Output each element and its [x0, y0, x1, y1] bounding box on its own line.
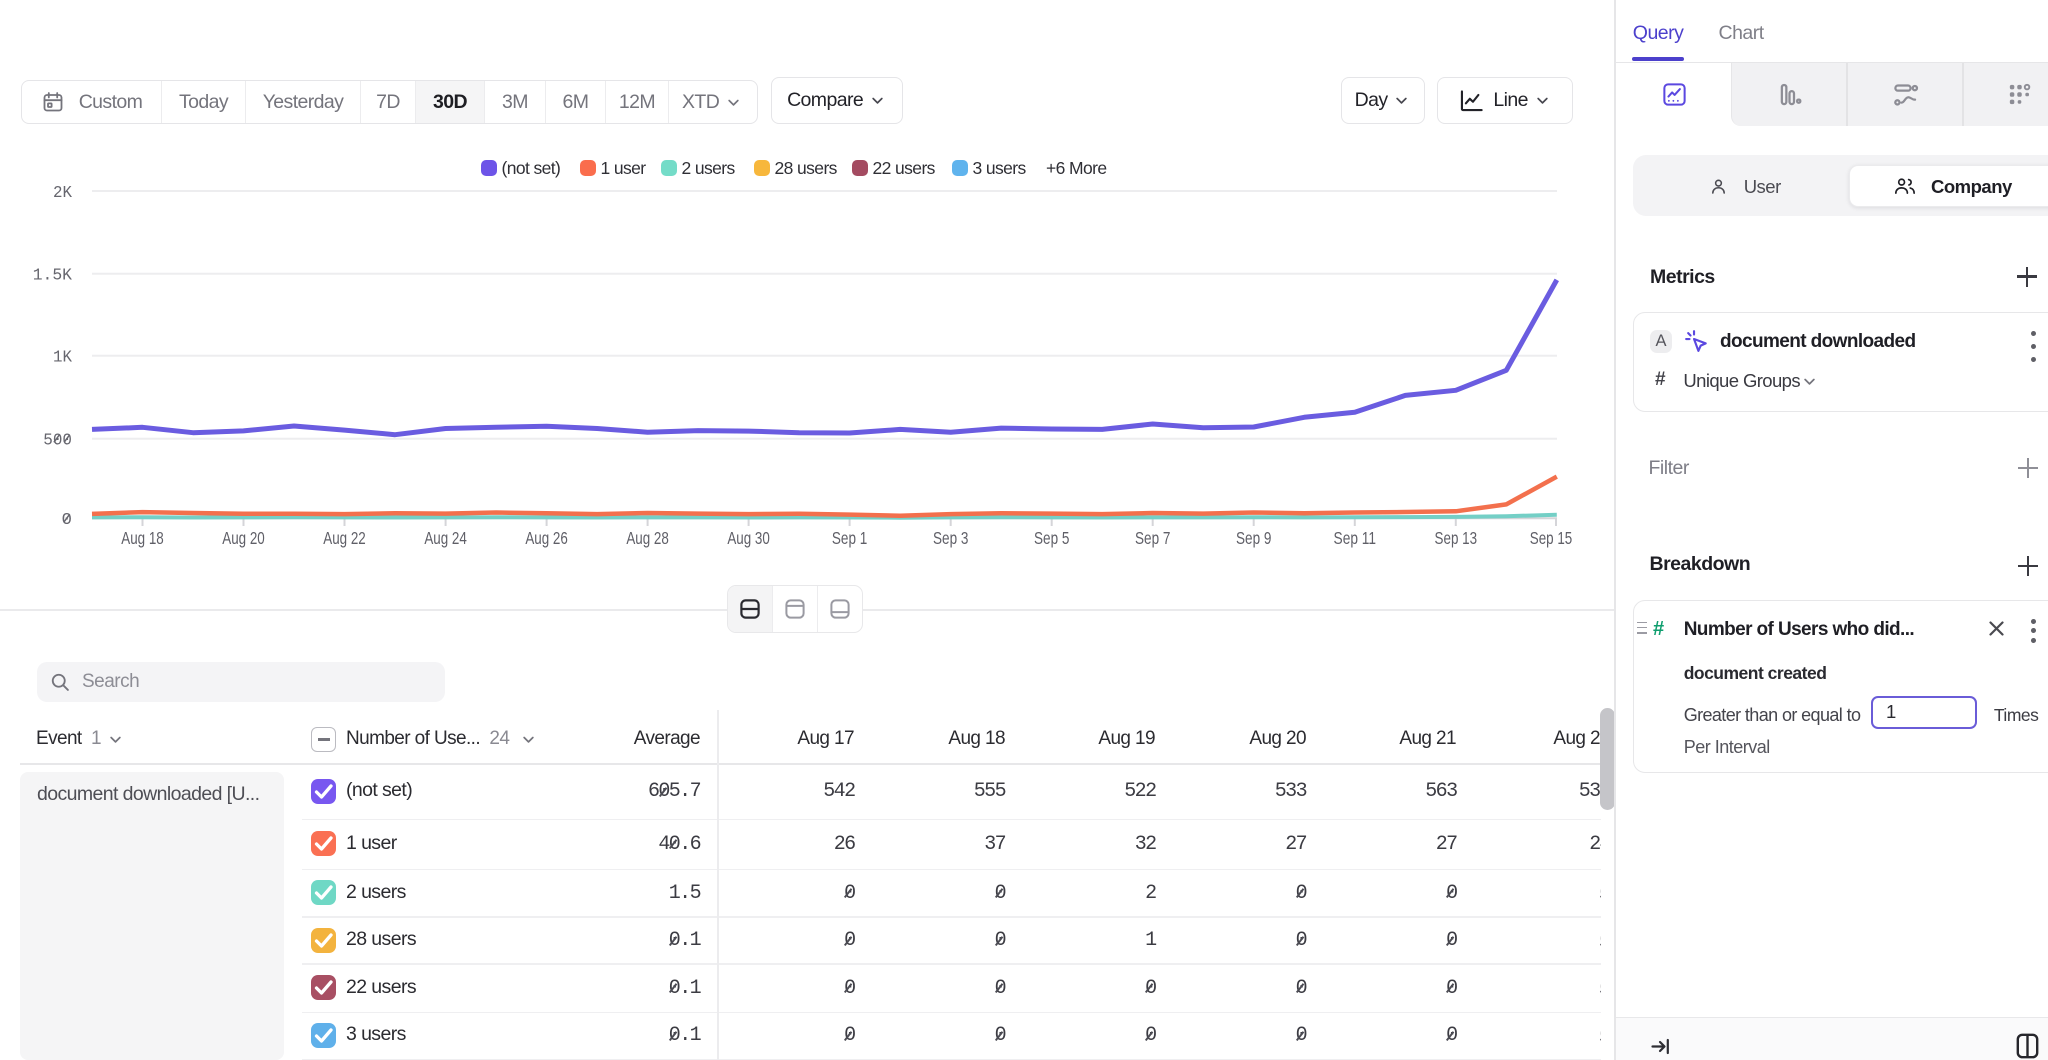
svg-text:Sep 1: Sep 1	[832, 528, 867, 548]
svg-text:Aug 30: Aug 30	[727, 528, 770, 548]
svg-text:Sep 11: Sep 11	[1334, 528, 1377, 548]
svg-text:Sep 3: Sep 3	[933, 528, 968, 548]
svg-text:Aug 26: Aug 26	[525, 528, 568, 548]
svg-text:Aug 20: Aug 20	[222, 528, 265, 548]
svg-text:0: 0	[62, 511, 73, 530]
svg-text:Sep 13: Sep 13	[1435, 528, 1478, 548]
svg-text:Aug 18: Aug 18	[121, 528, 164, 548]
svg-text:Sep 15: Sep 15	[1530, 528, 1573, 548]
svg-text:Sep 9: Sep 9	[1236, 528, 1271, 548]
svg-text:Sep 7: Sep 7	[1135, 528, 1170, 548]
svg-text:1K: 1K	[53, 349, 73, 368]
svg-text:Aug 24: Aug 24	[424, 528, 467, 548]
svg-text:Sep 5: Sep 5	[1034, 528, 1069, 548]
svg-text:1.5K: 1.5K	[33, 267, 73, 286]
svg-text:2K: 2K	[53, 184, 73, 203]
svg-text:500: 500	[43, 432, 72, 451]
svg-text:Aug 22: Aug 22	[323, 528, 366, 548]
svg-text:Aug 28: Aug 28	[626, 528, 669, 548]
